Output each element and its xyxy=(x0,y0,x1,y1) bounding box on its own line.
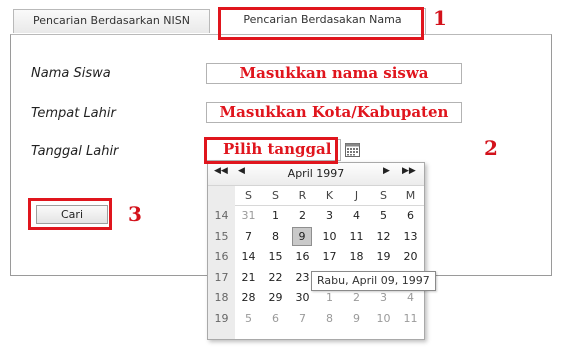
tempat-lahir-label: Tempat Lahir xyxy=(31,106,116,121)
tempat-lahir-input[interactable]: Masukkan Kota/Kabupaten xyxy=(206,102,462,123)
calendar-day[interactable]: 7 xyxy=(235,227,262,246)
calendar-day[interactable]: 6 xyxy=(397,206,424,225)
calendar-day[interactable]: 10 xyxy=(316,227,343,246)
calendar-day[interactable]: 6 xyxy=(262,309,289,328)
week-number: 16 xyxy=(214,250,229,263)
date-tooltip: Rabu, April 09, 1997 xyxy=(311,271,436,291)
calendar-popup: ◀◀ ◀ April 1997 ▶ ▶▶ SSRKJSM 14 31 1 2 3 4 5 6 1… xyxy=(207,162,425,340)
calendar-day[interactable]: 20 xyxy=(397,247,424,266)
nama-siswa-input[interactable]: Masukkan nama siswa xyxy=(206,63,462,84)
week-number: 19 xyxy=(214,311,229,325)
calendar-day[interactable]: 21 xyxy=(235,268,262,287)
day-header: S xyxy=(272,189,279,202)
calendar-day[interactable]: 1 xyxy=(262,206,289,225)
calendar-day[interactable]: 2 xyxy=(289,206,316,225)
calendar-day[interactable]: 12 xyxy=(370,227,397,246)
week-number: 14 xyxy=(214,209,229,222)
calendar-day[interactable]: 4 xyxy=(343,206,370,225)
annotation-box-tab xyxy=(218,7,424,40)
annotation-number-1: 1 xyxy=(433,6,447,30)
calendar-day[interactable]: 3 xyxy=(316,206,343,225)
calendar-day[interactable]: 17 xyxy=(316,247,343,266)
calendar-day[interactable]: 5 xyxy=(370,206,397,225)
calendar-day[interactable]: 29 xyxy=(262,288,289,307)
week-number: 17 xyxy=(214,270,229,284)
annotation-box-cari xyxy=(28,198,112,230)
tanggal-lahir-label: Tanggal Lahir xyxy=(31,144,119,159)
annotation-box-tanggal xyxy=(204,137,338,164)
day-header-row: SSRKJSM xyxy=(235,186,424,206)
week-number: 15 xyxy=(214,229,229,243)
day-header: M xyxy=(405,189,416,202)
annotation-number-3: 3 xyxy=(128,202,142,226)
calendar-day[interactable]: 19 xyxy=(370,247,397,266)
annotation-number-2: 2 xyxy=(484,136,498,160)
day-header: S xyxy=(380,189,387,202)
day-header: S xyxy=(245,189,252,202)
calendar-day[interactable]: 15 xyxy=(262,247,289,266)
week-number: 18 xyxy=(214,291,229,304)
calendar-day[interactable]: 16 xyxy=(289,247,316,266)
calendar-day[interactable]: 11 xyxy=(397,309,424,328)
calendar-day[interactable]: 8 xyxy=(262,227,289,246)
day-header: K xyxy=(325,189,334,202)
next-month-icon[interactable]: ▶ xyxy=(383,166,390,176)
calendar-day[interactable]: 28 xyxy=(235,288,262,307)
calendar-day[interactable]: 5 xyxy=(235,309,262,328)
calendar-day[interactable]: 10 xyxy=(370,309,397,328)
calendar-day[interactable]: 14 xyxy=(235,247,262,266)
calendar-day[interactable]: 31 xyxy=(235,206,262,225)
nama-siswa-label: Nama Siswa xyxy=(31,66,111,81)
calendar-month-title[interactable]: April 1997 xyxy=(208,167,424,180)
calendar-day[interactable]: 18 xyxy=(343,247,370,266)
calendar-day[interactable]: 8 xyxy=(316,309,343,328)
calendar-day[interactable]: 7 xyxy=(289,309,316,328)
calendar-day[interactable]: 13 xyxy=(397,227,424,246)
calendar-icon[interactable] xyxy=(345,142,360,157)
calendar-header: ◀◀ ◀ April 1997 ▶ ▶▶ xyxy=(208,163,424,186)
calendar-day[interactable]: 11 xyxy=(343,227,370,246)
next-year-icon[interactable]: ▶▶ xyxy=(402,166,416,176)
day-header: R xyxy=(298,189,307,202)
calendar-day[interactable]: 22 xyxy=(262,268,289,287)
tab-nisn[interactable]: Pencarian Berdasarkan NISN xyxy=(13,9,210,33)
calendar-day[interactable]: 9 xyxy=(343,309,370,328)
day-header: J xyxy=(354,189,359,202)
calendar-day-selected[interactable]: 9 xyxy=(292,226,312,246)
